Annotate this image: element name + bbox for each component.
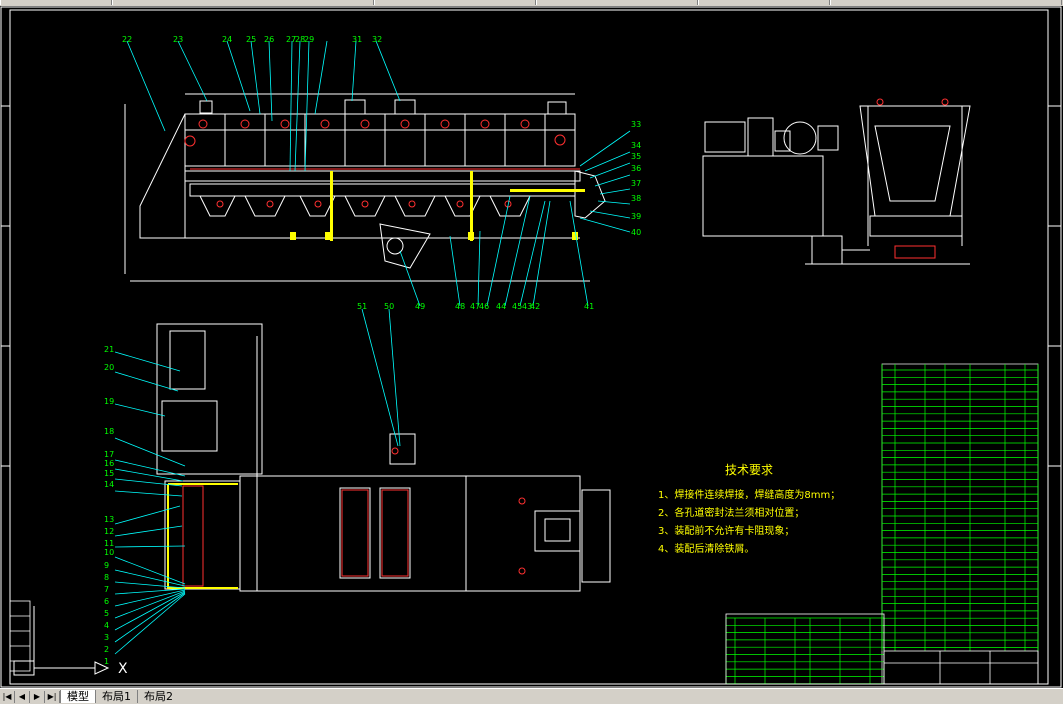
- balloon-22: 22: [122, 35, 132, 44]
- balloon-9: 9: [104, 561, 109, 570]
- balloon-42: 42: [530, 302, 540, 311]
- balloon-32: 32: [372, 35, 382, 44]
- balloon-11: 11: [104, 539, 114, 548]
- balloon-12: 12: [104, 527, 114, 536]
- balloon-2: 2: [104, 645, 109, 654]
- elevation-balloons-bottom: 49 48 4746 44 45 4342 41: [415, 302, 594, 311]
- balloon-17: 17: [104, 450, 114, 459]
- tab-prev-button[interactable]: ◀: [15, 690, 30, 703]
- balloon-41: 41: [584, 302, 594, 311]
- balloon-39: 39: [631, 212, 641, 221]
- tab-last-button[interactable]: ▶|: [45, 690, 60, 703]
- elevation-balloons-right: 33 34 35 36 37 38 39 40: [631, 120, 641, 237]
- balloon-18: 18: [104, 427, 114, 436]
- tab-layout1[interactable]: 布局1: [95, 690, 137, 703]
- balloon-19: 19: [104, 397, 114, 406]
- balloon-33: 33: [631, 120, 641, 129]
- side-view[interactable]: [702, 105, 971, 265]
- note-item: 1、焊接件连续焊接，焊缝高度为8mm；: [658, 488, 840, 501]
- balloon-5: 5: [104, 609, 109, 618]
- tab-model[interactable]: 模型: [60, 690, 95, 703]
- elevation-leaders: [126, 40, 631, 307]
- tab-layout2[interactable]: 布局2: [137, 690, 179, 703]
- balloon-21: 21: [104, 345, 114, 354]
- elevation-red-circles: [184, 119, 580, 208]
- layout-tab-bar: |◀ ◀ ▶ ▶| 模型 布局1 布局2: [0, 688, 1063, 704]
- side-view-red: [876, 98, 949, 259]
- plan-view-red: [182, 447, 526, 587]
- plan-balloons: 21 20 19 18 171615 14 13 12 1110 9 8 7 6 5 4 3 2 1 5…: [104, 302, 394, 666]
- note-item: 4、装配后清除铁屑。: [658, 542, 754, 555]
- balloon-7: 7: [104, 585, 109, 594]
- tab-next-button[interactable]: ▶: [30, 690, 45, 703]
- balloon-20: 20: [104, 363, 114, 372]
- ucs-x-label: X: [118, 661, 128, 677]
- balloon-24: 24: [222, 35, 232, 44]
- balloon-23: 23: [173, 35, 183, 44]
- elevation-balloons-top: 22 23 24 25 26 27 2829 31 32: [122, 35, 382, 44]
- balloon-14: 14: [104, 480, 114, 489]
- balloon-46: 46: [479, 302, 489, 311]
- balloon-48: 48: [455, 302, 465, 311]
- plan-view[interactable]: [156, 323, 611, 592]
- balloon-44: 44: [496, 302, 506, 311]
- balloon-50: 50: [384, 302, 394, 311]
- notes-title: 技术要求: [725, 463, 773, 477]
- balloon-1: 1: [104, 657, 109, 666]
- balloon-37: 37: [631, 179, 641, 188]
- balloon-8: 8: [104, 573, 109, 582]
- balloon-36: 36: [631, 164, 641, 173]
- balloon-13: 13: [104, 515, 114, 524]
- note-item: 2、各孔道密封法兰须相对位置；: [658, 506, 804, 519]
- balloon-6: 6: [104, 597, 109, 606]
- balloon-40: 40: [631, 228, 641, 237]
- drawing-frame: [0, 6, 1062, 688]
- balloon-25: 25: [246, 35, 256, 44]
- balloon-15: 15: [104, 469, 114, 478]
- balloon-26: 26: [264, 35, 274, 44]
- balloon-10: 10: [104, 548, 114, 557]
- technical-notes: 技术要求 1、焊接件连续焊接，焊缝高度为8mm； 2、各孔道密封法兰须相对位置；…: [658, 463, 840, 555]
- balloon-29: 29: [304, 35, 314, 44]
- balloon-4: 4: [104, 621, 109, 630]
- note-item: 3、装配前不允许有卡阻现象；: [658, 524, 794, 537]
- balloon-35: 35: [631, 152, 641, 161]
- ucs-icon: X: [13, 606, 128, 677]
- balloon-38: 38: [631, 194, 641, 203]
- drawing-canvas[interactable]: 22 23 24 25 26 27 28 29 31 32 33 34 35 36 37 38 39…: [0, 6, 1063, 688]
- balloon-16: 16: [104, 459, 114, 468]
- balloon-3: 3: [104, 633, 109, 642]
- balloon-51: 51: [357, 302, 367, 311]
- balloon-45: 45: [512, 302, 522, 311]
- parts-list-table: [725, 363, 1039, 685]
- tab-first-button[interactable]: |◀: [0, 690, 15, 703]
- balloon-49: 49: [415, 302, 425, 311]
- balloon-34: 34: [631, 141, 641, 150]
- balloon-31: 31: [352, 35, 362, 44]
